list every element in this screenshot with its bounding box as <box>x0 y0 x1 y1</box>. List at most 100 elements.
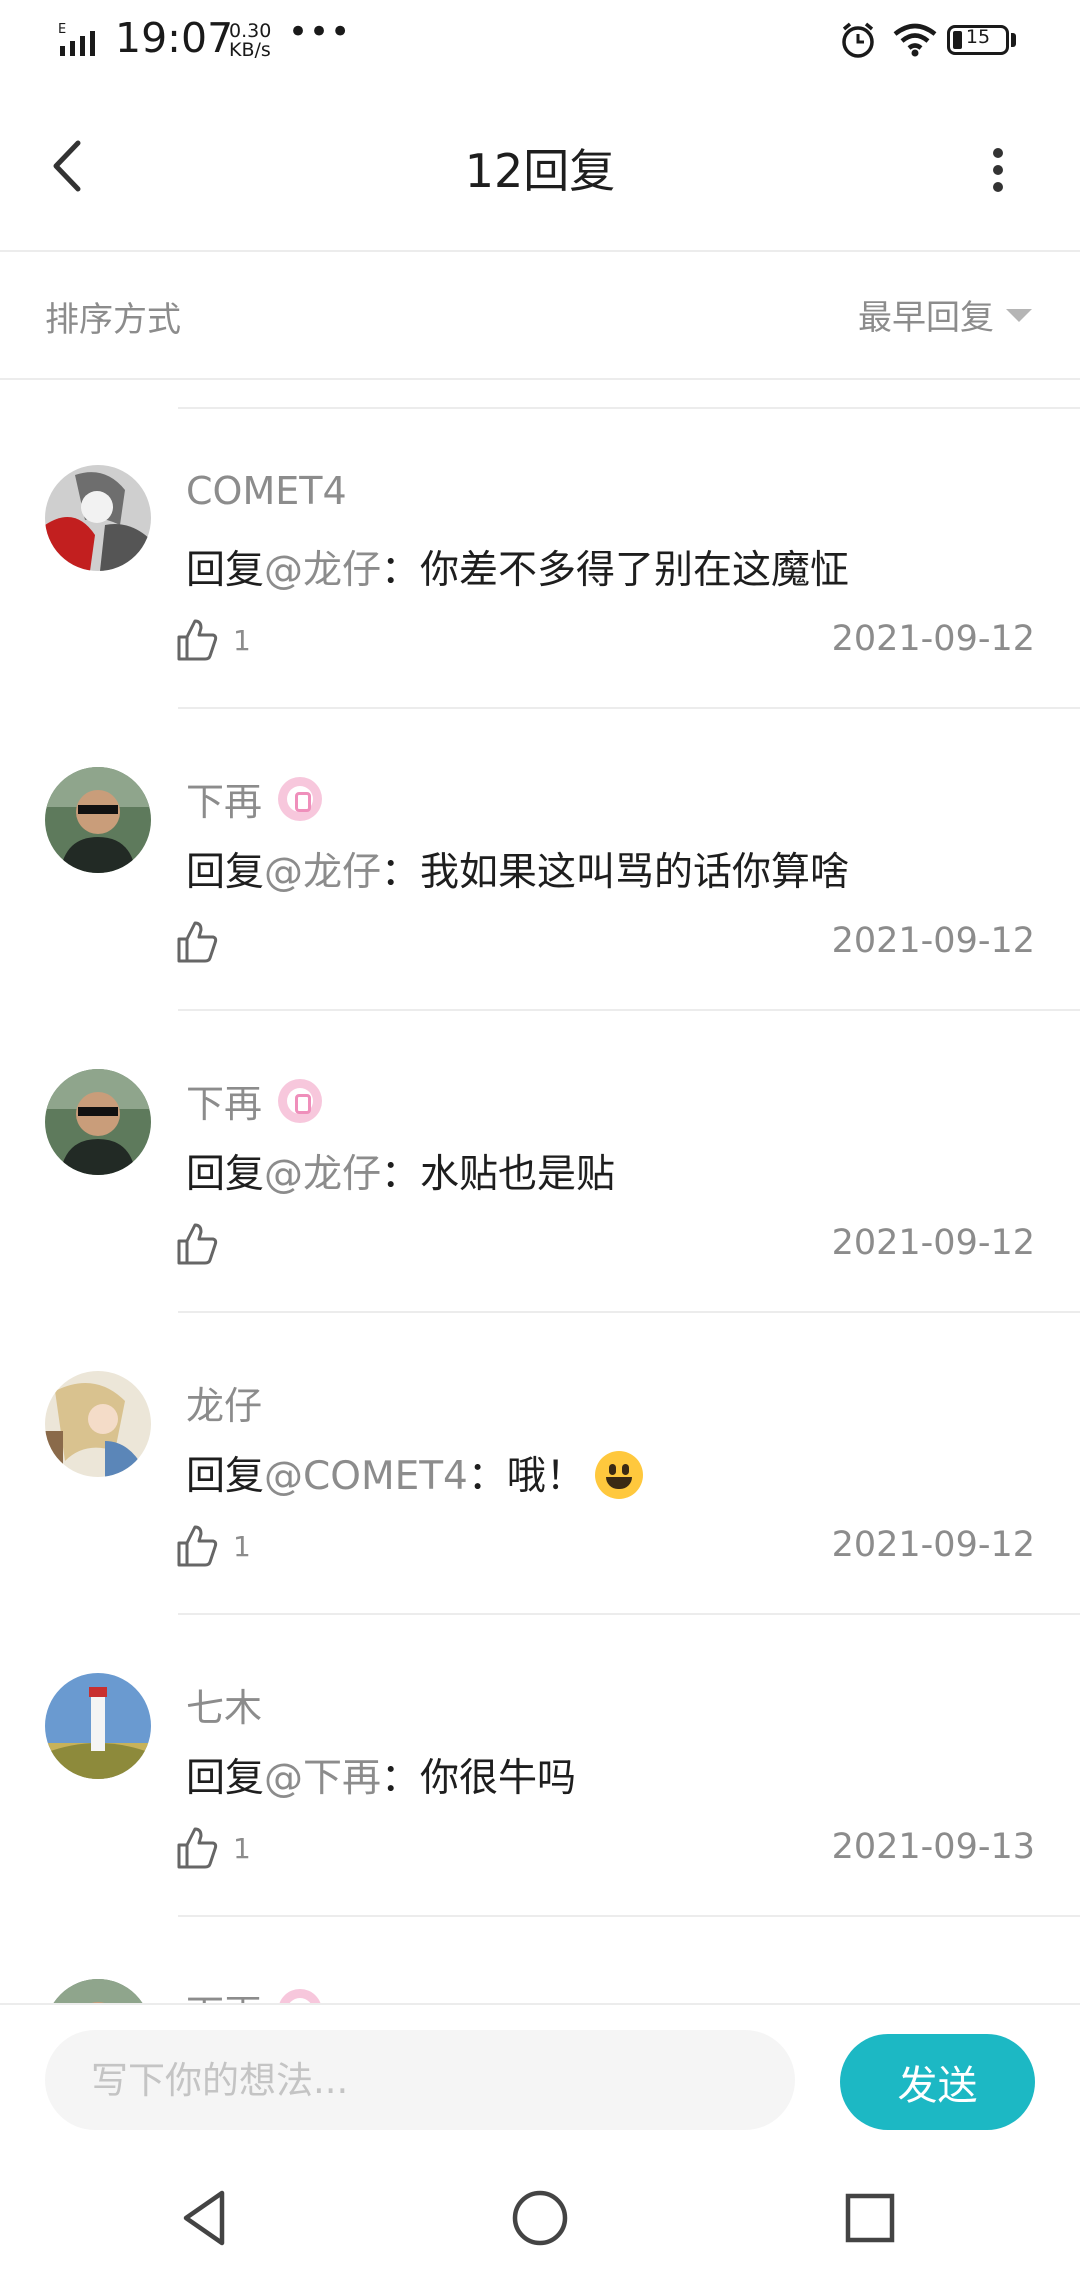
battery-level: 15 <box>965 26 991 48</box>
username[interactable]: COMET4 <box>186 469 347 513</box>
thumbs-up-icon <box>177 1525 218 1567</box>
alarm-icon <box>842 22 874 58</box>
reply-prefix: 回复 <box>186 850 265 895</box>
avatar[interactable] <box>45 1979 151 2003</box>
username-text: 七木 <box>186 1686 263 1730</box>
thumbs-up-icon <box>177 1827 218 1869</box>
sort-label: 排序方式 <box>45 300 181 340</box>
like-count: 1 <box>233 1831 251 1865</box>
username-text: 下再 <box>186 1983 262 2003</box>
avatar-image <box>45 1069 151 1175</box>
like-button[interactable]: 1 <box>175 614 251 666</box>
username-text: 下再 <box>186 1082 263 1126</box>
thumbs-up-icon <box>177 1223 218 1265</box>
username[interactable]: 下再 <box>186 1073 323 1128</box>
avatar-image <box>45 465 151 571</box>
like-button[interactable] <box>175 1218 233 1270</box>
send-button[interactable]: 发送 <box>840 2034 1035 2130</box>
comment-text: 回复@COMET4：哦！ <box>186 1445 643 1501</box>
sort-value: 最早回复 <box>858 298 994 338</box>
comment-input-bar: 发送 <box>0 2003 1080 2157</box>
comment-body: ：水贴也是贴 <box>381 1152 616 1197</box>
username[interactable]: 七木 <box>186 1677 262 1732</box>
nav-recents-button[interactable] <box>835 2183 905 2253</box>
status-time: 19:07 <box>115 14 234 62</box>
comment-text: 回复@龙仔：我如果这叫骂的话你算啥 <box>186 841 849 897</box>
reply-prefix: 回复 <box>186 1454 265 1499</box>
avatar-image <box>45 1979 151 2003</box>
thumbs-up-icon <box>177 619 218 661</box>
username-text: 龙仔 <box>186 1384 263 1428</box>
username[interactable]: 龙仔 <box>186 1375 262 1430</box>
comment-item: 龙仔 回复@COMET4：哦！ 1 2021-09-12 <box>0 1315 1080 1615</box>
username[interactable]: 下再 <box>186 1983 323 2003</box>
network-speed: 0.30 KB/s <box>229 22 271 60</box>
divider <box>178 1009 1080 1011</box>
mention-link[interactable]: @龙仔 <box>264 1152 381 1197</box>
like-count: 1 <box>233 1529 251 1563</box>
reply-prefix: 回复 <box>186 1152 265 1197</box>
comment-body: ：你很牛吗 <box>381 1756 577 1801</box>
comment-date: 2021-09-12 <box>831 619 1035 659</box>
divider <box>178 1311 1080 1313</box>
signal-icon: E <box>58 22 95 56</box>
comment-item: 七木 回复@下再：你很牛吗 1 2021-09-13 <box>0 1617 1080 1917</box>
nav-back-button[interactable] <box>170 2183 240 2253</box>
username-text: 下再 <box>186 780 263 824</box>
network-type: E <box>58 22 66 37</box>
username[interactable]: 下再 <box>186 771 323 826</box>
title-bar: 12回复 <box>0 85 1080 252</box>
grinning-emoji-icon <box>594 1451 643 1499</box>
like-count: 1 <box>233 623 251 657</box>
system-nav-bar <box>0 2155 1080 2280</box>
more-button[interactable] <box>970 140 1026 200</box>
divider <box>178 1915 1080 1917</box>
battery-icon: 15 <box>947 25 1009 55</box>
nav-home-button[interactable] <box>505 2183 575 2253</box>
avatar[interactable] <box>45 767 151 873</box>
comment-item-partial: 下再 <box>0 1919 1080 2003</box>
circle-home-icon <box>512 2190 568 2246</box>
like-button[interactable] <box>175 916 233 968</box>
avatar[interactable] <box>45 1069 151 1175</box>
comment-date: 2021-09-12 <box>831 1223 1035 1263</box>
battery-tip <box>1011 33 1016 47</box>
avatar-image <box>45 1371 151 1477</box>
level-badge-icon <box>278 1078 323 1123</box>
avatar-image <box>45 767 151 873</box>
square-recents-icon <box>845 2193 895 2243</box>
comment-text: 回复@下再：你很牛吗 <box>186 1747 576 1803</box>
mention-link[interactable]: @下再 <box>264 1756 381 1801</box>
avatar[interactable] <box>45 1371 151 1477</box>
thumbs-up-icon <box>177 921 218 963</box>
comment-item: 下再 回复@龙仔：我如果这叫骂的话你算啥 2021-09-12 <box>0 711 1080 1011</box>
comment-body: ：你差不多得了别在这魔怔 <box>381 548 850 593</box>
level-badge-icon <box>278 776 323 821</box>
network-speed-unit: KB/s <box>229 39 271 61</box>
comment-date: 2021-09-12 <box>831 921 1035 961</box>
mention-link[interactable]: @龙仔 <box>264 850 381 895</box>
caret-down-icon <box>1006 309 1032 322</box>
username-text: COMET4 <box>186 469 347 513</box>
status-more-indicator: ••• <box>288 12 352 52</box>
level-badge-icon <box>278 1988 323 2003</box>
reply-prefix: 回复 <box>186 1756 265 1801</box>
avatar-image <box>45 1673 151 1779</box>
comment-text: 回复@龙仔：水贴也是贴 <box>186 1143 615 1199</box>
mention-link[interactable]: @COMET4 <box>264 1454 468 1499</box>
comment-date: 2021-09-13 <box>831 1827 1035 1867</box>
comment-date: 2021-09-12 <box>831 1525 1035 1565</box>
divider <box>178 707 1080 709</box>
sort-dropdown[interactable]: 最早回复 <box>858 290 1032 339</box>
comment-input[interactable] <box>45 2030 795 2130</box>
avatar[interactable] <box>45 465 151 571</box>
comment-text: 回复@龙仔：你差不多得了别在这魔怔 <box>186 539 849 595</box>
like-button[interactable]: 1 <box>175 1822 251 1874</box>
like-button[interactable]: 1 <box>175 1520 251 1572</box>
triangle-back-icon <box>183 2190 225 2246</box>
mention-link[interactable]: @龙仔 <box>264 548 381 593</box>
page-title: 12回复 <box>464 144 616 198</box>
status-bar: E 19:07 0.30 KB/s ••• 15 <box>0 0 1080 85</box>
comment-item: 下再 回复@龙仔：水贴也是贴 2021-09-12 <box>0 1013 1080 1313</box>
avatar[interactable] <box>45 1673 151 1779</box>
